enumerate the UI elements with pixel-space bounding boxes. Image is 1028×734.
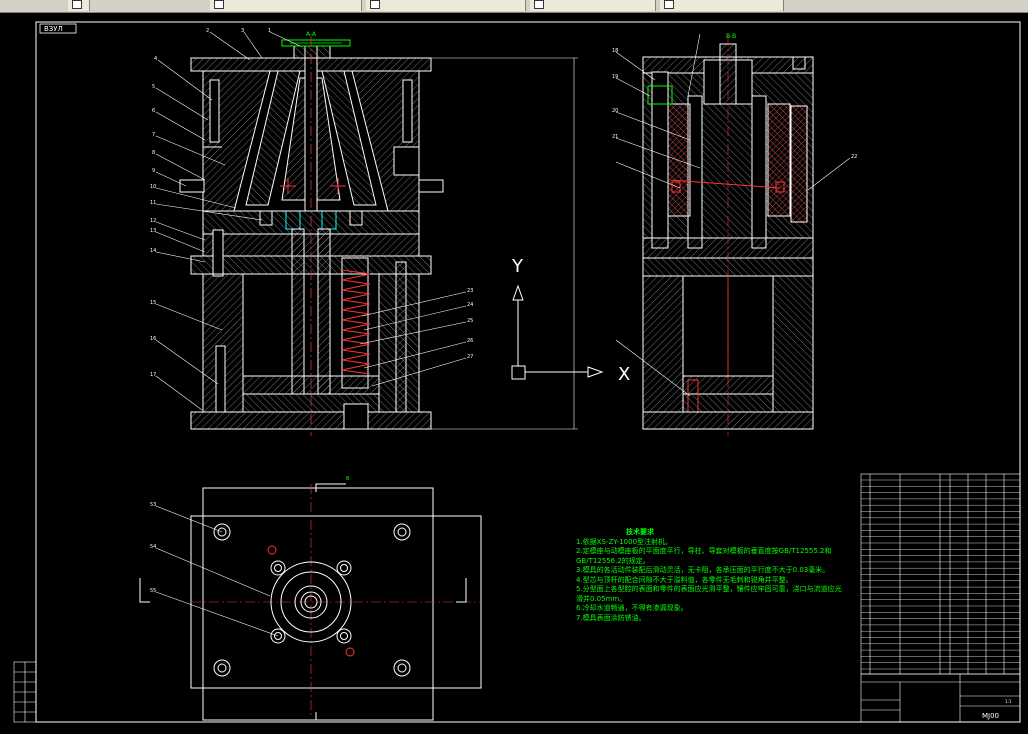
balloon-8: 8 (152, 150, 155, 156)
revision-table (13, 661, 37, 723)
tech-notes-title: 技术要求 (626, 528, 654, 536)
balloon-10: 10 (150, 184, 156, 190)
balloon-7: 7 (152, 132, 155, 138)
parts-list-rows (861, 479, 1020, 670)
balloon-2: 2 (206, 28, 209, 34)
section-label-aa: A-A (306, 31, 317, 38)
balloon-4: 4 (154, 56, 157, 62)
title-block-scale: 1:1 (1005, 699, 1012, 704)
document-tab-3[interactable] (366, 0, 526, 11)
balloon-11: 11 (150, 200, 156, 206)
balloon-1: 1 (268, 28, 271, 34)
balloons-plan: 53 54 55 (150, 502, 156, 594)
balloons-mid: 23 24 25 26 27 (467, 288, 473, 360)
balloon-3: 3 (241, 28, 244, 34)
balloon-17: 17 (150, 372, 156, 378)
balloon-18: 18 (612, 48, 618, 54)
axis-x-label: X (618, 364, 630, 385)
document-tab-2[interactable] (210, 0, 362, 11)
balloon-12: 12 (150, 218, 156, 224)
section-view-bb (642, 36, 814, 436)
tech-note-4: 4.型芯与顶杆的配合间隙不大于溢料值，各零件无毛刺和锐角并平整。 (576, 575, 793, 584)
plan-view (139, 483, 482, 721)
document-icon (534, 0, 544, 9)
balloon-16: 16 (150, 336, 156, 342)
plan-b-mark-top: B (346, 476, 350, 482)
document-icon (664, 0, 674, 9)
balloon-27: 27 (467, 354, 473, 360)
tech-note-3: 3.模具的各活动件装配后滑动灵活，无卡阻，各承压面的平行度不大于0.03毫米。 (576, 566, 830, 574)
section-label-bb: B-B (726, 33, 736, 40)
axis-y-label: Y (511, 256, 524, 277)
document-icon (72, 0, 82, 9)
balloon-20: 20 (612, 108, 618, 114)
balloon-6: 6 (152, 108, 155, 114)
document-icon (370, 0, 380, 9)
balloon-25: 25 (467, 318, 473, 324)
document-tab-1[interactable] (68, 0, 90, 11)
balloon-22: 22 (851, 154, 857, 160)
balloon-54: 54 (150, 544, 156, 550)
balloon-9: 9 (152, 168, 155, 174)
section-view-aa (179, 36, 578, 436)
cad-drawing-canvas[interactable]: ВЗУЛ A-A 1 2 3 4 5 6 7 8 9 10 11 12 13 1… (0, 12, 1028, 734)
tech-note-1: 1.依据XS-ZY-1000型注射机。 (576, 537, 673, 546)
document-tab-5[interactable] (660, 0, 784, 11)
ucs-axis-icon (511, 284, 604, 380)
balloon-23: 23 (467, 288, 473, 294)
balloon-26: 26 (467, 338, 473, 344)
view-label: ВЗУЛ (44, 25, 63, 33)
document-icon (214, 0, 224, 9)
balloon-15: 15 (150, 300, 156, 306)
balloon-21: 21 (612, 134, 618, 140)
tech-note-6: 6.冷却水道畅通，不得有渗漏现象。 (576, 604, 688, 612)
technical-requirements: 技术要求 1.依据XS-ZY-1000型注射机。 2.定模座与动模座板的平面度平… (576, 528, 846, 623)
balloon-19: 19 (612, 74, 618, 80)
document-tab-4[interactable] (530, 0, 656, 11)
balloon-24: 24 (467, 302, 473, 308)
tech-note-2: 2.定模座与动模座板的平面度平行，导柱、导套对模板的垂直度按GB/T12555.… (576, 547, 832, 565)
balloon-5: 5 (152, 84, 155, 90)
balloon-13: 13 (150, 228, 156, 234)
balloon-14: 14 (150, 248, 156, 254)
title-block-drawing-no: MJ00 (982, 712, 999, 720)
balloon-53: 53 (150, 502, 156, 508)
tech-note-5: 5.分型面上各型腔的表面和零件的表面应光滑平整，镶件应牢固可靠，浇口与流道应光滑… (576, 585, 842, 603)
balloon-55: 55 (150, 588, 156, 594)
tech-note-7: 7.模具表面涂防锈油。 (576, 613, 646, 622)
